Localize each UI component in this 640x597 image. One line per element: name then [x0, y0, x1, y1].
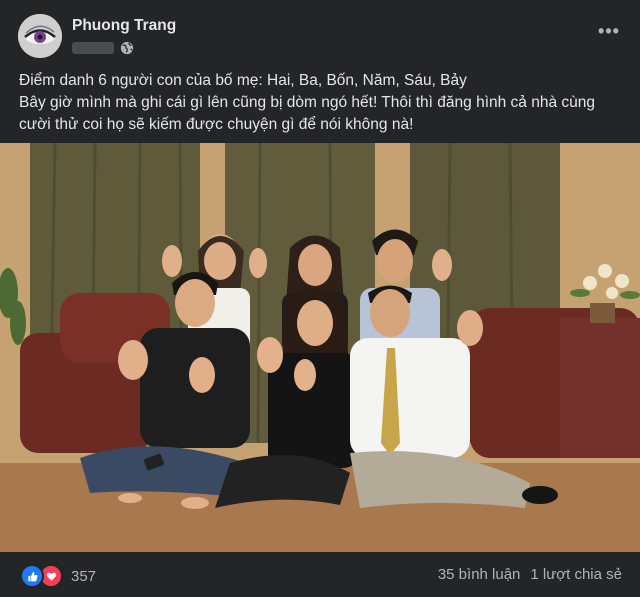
- caption-line: Bây giờ mình mà ghi cái gì lên cũng bị d…: [19, 94, 595, 111]
- post-caption: Điểm danh 6 người con của bố mẹ: Hai, Ba…: [19, 70, 629, 136]
- caption-line: cười thử coi họ sẽ kiếm được chuyện gì đ…: [19, 116, 414, 133]
- more-options-button[interactable]: •••: [594, 22, 624, 46]
- post-header: Phuong Trang •••: [18, 14, 624, 66]
- reactions-summary[interactable]: 357: [20, 564, 96, 588]
- globe-icon[interactable]: [120, 41, 134, 55]
- like-icon: [20, 564, 44, 588]
- author-name[interactable]: Phuong Trang: [72, 17, 176, 35]
- author-avatar[interactable]: [18, 14, 62, 58]
- facebook-post: Phuong Trang ••• Điểm danh 6 người con c…: [0, 0, 640, 597]
- post-photo[interactable]: [0, 143, 640, 552]
- comment-count-link[interactable]: 35 bình luận: [438, 566, 521, 583]
- reaction-count: 357: [71, 567, 97, 585]
- share-count-link[interactable]: 1 lượt chia sẻ: [530, 566, 622, 583]
- post-stats: 35 bình luận 1 lượt chia sẻ: [438, 566, 622, 583]
- eye-image-icon: [18, 14, 62, 58]
- post-timestamp-redacted[interactable]: [72, 42, 114, 54]
- caption-line: Điểm danh 6 người con của bố mẹ: Hai, Ba…: [19, 72, 467, 89]
- post-meta: [72, 40, 134, 56]
- post-footer: 357 35 bình luận 1 lượt chia sẻ: [0, 552, 640, 597]
- family-photo-image: [0, 143, 640, 552]
